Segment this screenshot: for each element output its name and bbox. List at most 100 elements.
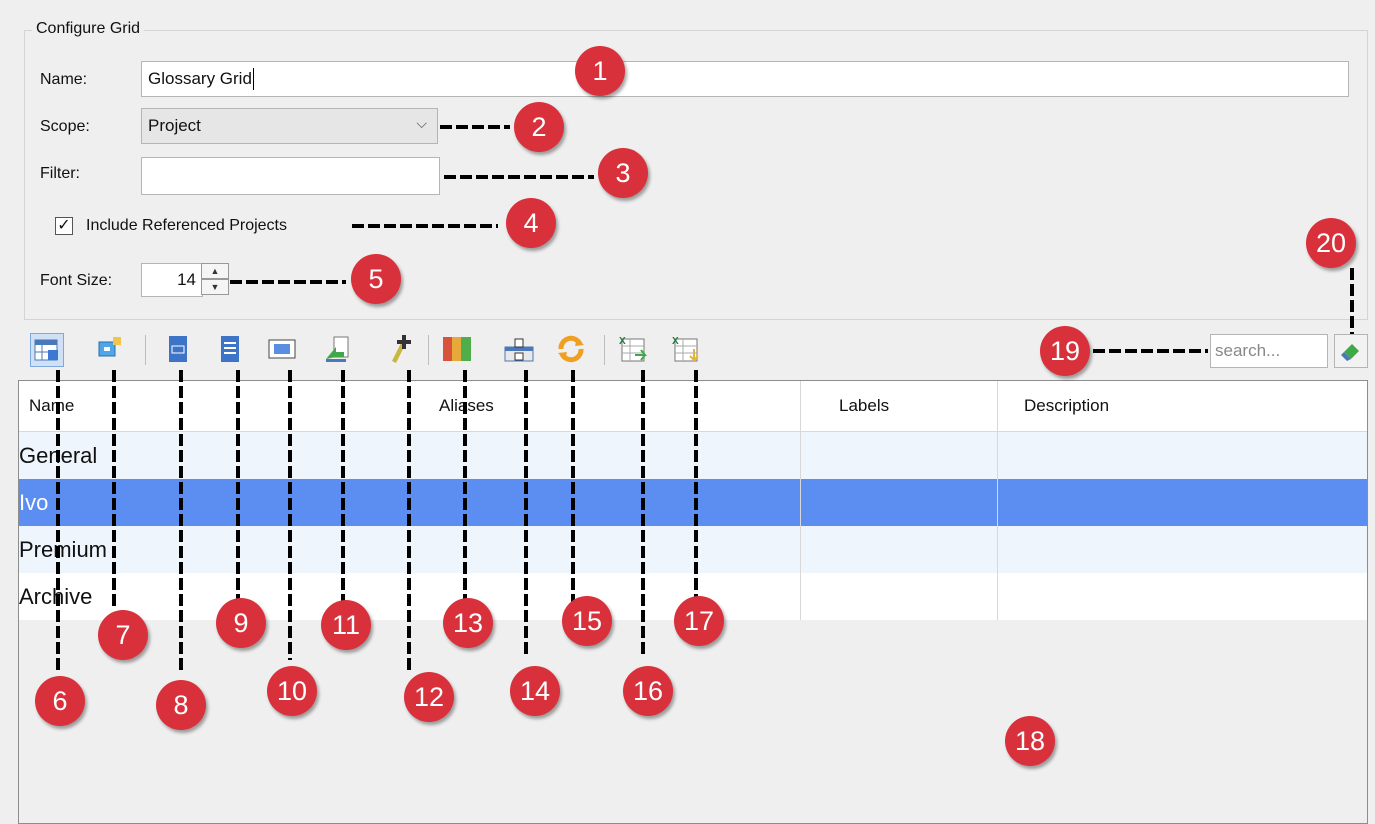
callout-13: 13: [443, 598, 493, 648]
open-specification-button[interactable]: [214, 333, 248, 367]
connector-line: [641, 370, 645, 655]
open-spec-icon: [221, 336, 239, 362]
configure-columns-button[interactable]: [94, 333, 128, 367]
svg-text:X: X: [672, 336, 679, 347]
callout-11: 11: [321, 600, 371, 650]
callout-6: 6: [35, 676, 85, 726]
include-referenced-label: Include Referenced Projects: [86, 217, 287, 234]
filter-checklist-icon: [504, 338, 534, 362]
scope-label: Scope:: [40, 118, 90, 135]
callout-14: 14: [510, 666, 560, 716]
color-columns-button[interactable]: [441, 333, 475, 367]
table-row[interactable]: Premium: [19, 526, 1367, 573]
scope-dropdown[interactable]: Project ⌵: [141, 108, 438, 144]
callout-20: 20: [1306, 218, 1356, 268]
new-element-icon: [169, 336, 187, 362]
show-grid-icon: [34, 339, 58, 361]
font-size-label: Font Size:: [40, 272, 113, 289]
filter-checklist-button[interactable]: [503, 333, 537, 367]
callout-8: 8: [156, 680, 206, 730]
connector-line: [230, 280, 346, 284]
add-item-icon: [392, 335, 411, 363]
connector-line: [444, 175, 594, 179]
connector-line: [571, 370, 575, 605]
export-excel-icon: X: [619, 336, 648, 362]
callout-1: 1: [575, 46, 625, 96]
filter-label: Filter:: [40, 165, 80, 182]
show-grid-button[interactable]: [30, 333, 64, 367]
group-title: Configure Grid: [32, 20, 145, 38]
connector-line: [407, 370, 411, 670]
filter-input[interactable]: [141, 157, 440, 195]
export-icon: [326, 336, 349, 362]
toolbar-separator: [428, 335, 429, 365]
refresh-button[interactable]: [555, 333, 589, 367]
import-excel-button[interactable]: X: [670, 333, 704, 367]
callout-16: 16: [623, 666, 673, 716]
cell-name: Premium: [19, 537, 108, 562]
cell-name: Ivo: [19, 490, 49, 515]
name-label: Name:: [40, 71, 88, 88]
column-header-labels[interactable]: Labels: [829, 381, 889, 431]
callout-2: 2: [514, 102, 564, 152]
column-header-aliases[interactable]: Aliases: [429, 381, 494, 431]
export-excel-button[interactable]: X: [617, 333, 651, 367]
connector-line: [1350, 268, 1354, 334]
callout-3: 3: [598, 148, 648, 198]
toolbar-separator: [604, 335, 605, 365]
toolbar-separator: [145, 335, 146, 365]
color-columns-icon: [443, 337, 471, 361]
configure-columns-icon: [98, 337, 121, 357]
name-field[interactable]: Glossary Grid: [141, 61, 1349, 97]
callout-5: 5: [351, 254, 401, 304]
column-header-description[interactable]: Description: [1014, 381, 1109, 431]
connector-line: [440, 125, 510, 129]
connector-line: [179, 370, 183, 670]
font-size-spinner[interactable]: ▲ ▼: [201, 263, 229, 297]
column-header-name[interactable]: Name: [19, 381, 74, 431]
font-size-value: 14: [177, 270, 196, 289]
connector-line: [1093, 349, 1208, 353]
callout-7: 7: [98, 610, 148, 660]
callout-12: 12: [404, 672, 454, 722]
new-element-button[interactable]: [162, 333, 196, 367]
callout-19: 19: [1040, 326, 1090, 376]
column-divider: [800, 381, 801, 620]
import-excel-icon: X: [672, 336, 699, 362]
show-in-diagram-button[interactable]: [266, 333, 300, 367]
show-in-diagram-icon: [268, 339, 296, 359]
scope-value: Project: [148, 116, 201, 135]
eraser-icon: [1341, 344, 1359, 361]
configure-grid-dialog: Configure Grid Name: Glossary Grid Scope…: [0, 0, 1375, 824]
search-input[interactable]: search...: [1210, 334, 1328, 368]
connector-line: [112, 370, 116, 610]
include-referenced-checkbox[interactable]: ✓: [55, 217, 73, 235]
name-value: Glossary Grid: [148, 69, 252, 88]
table-row-selected[interactable]: Ivo: [19, 479, 1367, 526]
spin-up-icon[interactable]: ▲: [201, 263, 229, 279]
font-size-input[interactable]: 14: [141, 263, 203, 297]
refresh-icon: [558, 335, 584, 363]
table-row[interactable]: General: [19, 432, 1367, 479]
chevron-down-icon: ⌵: [416, 115, 427, 131]
connector-line: [341, 370, 345, 605]
add-item-button[interactable]: [384, 333, 418, 367]
callout-18: 18: [1005, 716, 1055, 766]
connector-line: [288, 370, 292, 660]
spin-down-icon[interactable]: ▼: [201, 279, 229, 295]
svg-text:X: X: [619, 336, 626, 347]
text-cursor: [252, 68, 254, 90]
connector-line: [463, 370, 467, 605]
clear-search-button[interactable]: [1334, 334, 1368, 368]
grid-header-row: Name Aliases Labels Description: [19, 381, 1367, 432]
callout-17: 17: [674, 596, 724, 646]
search-placeholder: search...: [1215, 341, 1281, 360]
callout-9: 9: [216, 598, 266, 648]
callout-4: 4: [506, 198, 556, 248]
export-button[interactable]: [322, 333, 356, 367]
column-divider: [997, 381, 998, 620]
connector-line: [56, 370, 60, 670]
callout-15: 15: [562, 596, 612, 646]
connector-line: [352, 224, 498, 228]
connector-line: [694, 370, 698, 605]
